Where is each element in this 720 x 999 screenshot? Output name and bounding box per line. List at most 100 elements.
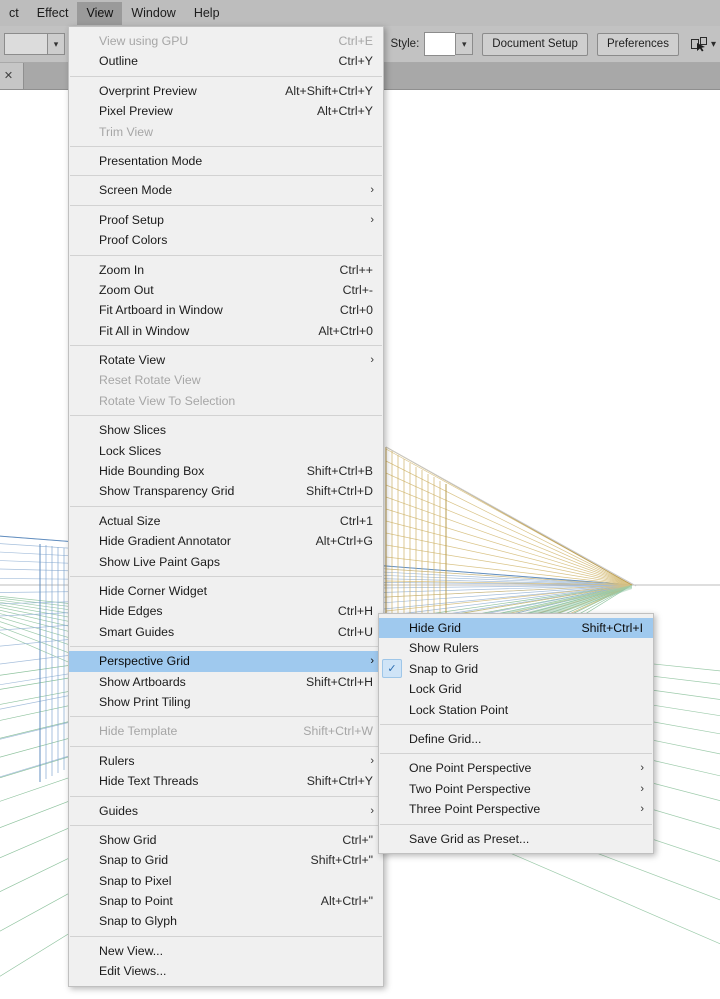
menu-separator — [70, 204, 382, 206]
menubar-item-effect[interactable]: Effect — [28, 2, 78, 25]
menu-item-shortcut: Shift+Ctrl+W — [303, 724, 373, 739]
document-setup-button[interactable]: Document Setup — [482, 32, 588, 56]
menu-item-label: Pixel Preview — [99, 104, 173, 119]
menu-item-label: Edit Views... — [99, 964, 167, 979]
perspective-grid-item-define-grid[interactable]: Define Grid... — [379, 729, 653, 749]
view-menu-item-hide-edges[interactable]: Hide Edges Ctrl+H — [69, 601, 383, 621]
view-menu-item-actual-size[interactable]: Actual Size Ctrl+1 — [69, 511, 383, 531]
perspective-grid-item-hide-grid[interactable]: Hide Grid Shift+Ctrl+I — [379, 618, 653, 639]
arrange-documents-button[interactable]: ▾ — [690, 36, 716, 52]
view-menu-item-snap-to-point[interactable]: Snap to Point Alt+Ctrl+" — [69, 891, 383, 911]
menu-item-label: Proof Colors — [99, 233, 168, 248]
view-menu-item-show-print-tiling[interactable]: Show Print Tiling — [69, 692, 383, 712]
view-menu-item-snap-to-pixel[interactable]: Snap to Pixel — [69, 871, 383, 891]
menu-item-shortcut: Ctrl+U — [337, 624, 373, 639]
perspective-grid-item-three-point-perspective[interactable]: Three Point Perspective › — [379, 799, 653, 819]
view-menu-item-outline[interactable]: Outline Ctrl+Y — [69, 51, 383, 71]
menu-separator — [70, 175, 382, 177]
menu-item-label: Hide Corner Widget — [99, 583, 207, 598]
view-menu-item-perspective-grid[interactable]: Perspective Grid › — [69, 651, 383, 672]
menu-separator — [70, 75, 382, 77]
view-menu-item-edit-views[interactable]: Edit Views... — [69, 961, 383, 981]
view-menu-item-proof-setup[interactable]: Proof Setup › — [69, 210, 383, 230]
view-menu-item-hide-text-threads[interactable]: Hide Text Threads Shift+Ctrl+Y — [69, 771, 383, 791]
chevron-right-icon: › — [370, 754, 374, 767]
view-menu-item-rotate-view[interactable]: Rotate View › — [69, 350, 383, 370]
menu-item-label: Actual Size — [99, 513, 161, 528]
view-menu-item-smart-guides[interactable]: Smart Guides Ctrl+U — [69, 622, 383, 642]
menubar-item-view[interactable]: View — [77, 1, 123, 25]
menu-item-shortcut: Ctrl+H — [337, 604, 373, 619]
view-menu-item-hide-corner-widget[interactable]: Hide Corner Widget — [69, 581, 383, 601]
menu-item-label: Show Grid — [99, 832, 157, 847]
menu-item-shortcut: Ctrl+1 — [339, 513, 373, 528]
view-menu-item-show-slices[interactable]: Show Slices — [69, 420, 383, 440]
menu-item-label: Lock Slices — [99, 443, 162, 458]
close-icon[interactable]: ✕ — [4, 69, 13, 82]
perspective-grid-submenu[interactable]: Hide Grid Shift+Ctrl+I Show Rulers ✓ Snap to… — [378, 613, 654, 854]
menu-item-label: Rulers — [99, 753, 135, 768]
view-menu-item-zoom-in[interactable]: Zoom In Ctrl++ — [69, 260, 383, 280]
view-menu-item-proof-colors[interactable]: Proof Colors — [69, 230, 383, 250]
menu-item-label: Screen Mode — [99, 183, 173, 198]
view-menu-item-pixel-preview[interactable]: Pixel Preview Alt+Ctrl+Y — [69, 101, 383, 121]
menu-item-label: New View... — [99, 943, 164, 958]
preferences-button[interactable]: Preferences — [596, 32, 679, 56]
document-tab[interactable]: view) ✕ — [0, 62, 25, 89]
chevron-right-icon: › — [640, 762, 644, 775]
menu-separator — [380, 753, 652, 755]
view-menu-item-show-artboards[interactable]: Show Artboards Shift+Ctrl+H — [69, 672, 383, 692]
view-menu-item-show-grid[interactable]: Show Grid Ctrl+" — [69, 830, 383, 850]
chevron-right-icon: › — [640, 782, 644, 795]
menu-separator — [70, 575, 382, 577]
perspective-grid-item-lock-station-point[interactable]: Lock Station Point — [379, 700, 653, 720]
view-menu-item-fit-all-in-window[interactable]: Fit All in Window Alt+Ctrl+0 — [69, 321, 383, 341]
perspective-grid-item-snap-to-grid[interactable]: ✓ Snap to Grid — [379, 659, 653, 679]
view-menu-item-fit-artboard-in-window[interactable]: Fit Artboard in Window Ctrl+0 — [69, 300, 383, 320]
chevron-down-icon[interactable]: ▾ — [47, 33, 65, 55]
menu-item-label: Snap to Pixel — [99, 873, 172, 888]
perspective-grid-item-two-point-perspective[interactable]: Two Point Perspective › — [379, 779, 653, 799]
view-menu-item-overprint-preview[interactable]: Overprint Preview Alt+Shift+Ctrl+Y — [69, 81, 383, 101]
menubar-item-0[interactable]: ct — [0, 2, 28, 25]
menu-separator — [70, 145, 382, 147]
menu-item-label: Zoom Out — [99, 282, 154, 297]
view-menu-item-show-transparency-grid[interactable]: Show Transparency Grid Shift+Ctrl+D — [69, 481, 383, 501]
style-swatch[interactable] — [424, 32, 456, 56]
opacity-field[interactable] — [4, 33, 47, 55]
view-menu-item-rotate-view-to-selection: Rotate View To Selection — [69, 391, 383, 411]
view-menu-item-snap-to-glyph[interactable]: Snap to Glyph — [69, 911, 383, 931]
view-menu-item-rulers[interactable]: Rulers › — [69, 751, 383, 771]
style-chevron-down-icon[interactable]: ▾ — [455, 33, 474, 55]
menu-item-label: Reset Rotate View — [99, 373, 201, 388]
menubar-item-window[interactable]: Window — [122, 2, 184, 25]
view-menu-item-lock-slices[interactable]: Lock Slices — [69, 441, 383, 461]
perspective-grid-item-show-rulers[interactable]: Show Rulers — [379, 638, 653, 658]
view-menu-item-hide-bounding-box[interactable]: Hide Bounding Box Shift+Ctrl+B — [69, 461, 383, 481]
menu-item-label: Rotate View To Selection — [99, 393, 236, 408]
menu-bar: ct Effect View Window Help — [0, 0, 720, 26]
view-menu-item-zoom-out[interactable]: Zoom Out Ctrl+- — [69, 280, 383, 300]
menu-separator — [70, 415, 382, 417]
menu-item-label: Lock Station Point — [409, 702, 509, 717]
menu-item-label: Snap to Grid — [409, 661, 479, 676]
chevron-down-icon[interactable]: ▾ — [711, 39, 716, 50]
view-menu-item-show-live-paint-gaps[interactable]: Show Live Paint Gaps — [69, 552, 383, 572]
menu-item-label: Zoom In — [99, 262, 145, 277]
perspective-grid-item-save-grid-as-preset[interactable]: Save Grid as Preset... — [379, 829, 653, 849]
view-menu-item-guides[interactable]: Guides › — [69, 801, 383, 821]
view-menu-item-presentation-mode[interactable]: Presentation Mode — [69, 151, 383, 171]
view-menu-item-hide-gradient-annotator[interactable]: Hide Gradient Annotator Alt+Ctrl+G — [69, 531, 383, 551]
menu-item-shortcut: Alt+Shift+Ctrl+Y — [285, 83, 373, 98]
view-menu-dropdown[interactable]: View using GPU Ctrl+E Outline Ctrl+Y Overpri… — [68, 26, 384, 987]
perspective-grid-item-lock-grid[interactable]: Lock Grid — [379, 679, 653, 699]
chevron-right-icon: › — [370, 213, 374, 226]
perspective-grid-item-one-point-perspective[interactable]: One Point Perspective › — [379, 758, 653, 778]
view-menu-item-snap-to-grid[interactable]: Snap to Grid Shift+Ctrl+" — [69, 850, 383, 870]
menubar-item-help[interactable]: Help — [185, 2, 229, 25]
menu-item-label: Save Grid as Preset... — [409, 831, 530, 846]
menu-item-label: Outline — [99, 54, 138, 69]
menu-item-label: Show Rulers — [409, 641, 479, 656]
view-menu-item-new-view[interactable]: New View... — [69, 941, 383, 961]
view-menu-item-screen-mode[interactable]: Screen Mode › — [69, 180, 383, 200]
